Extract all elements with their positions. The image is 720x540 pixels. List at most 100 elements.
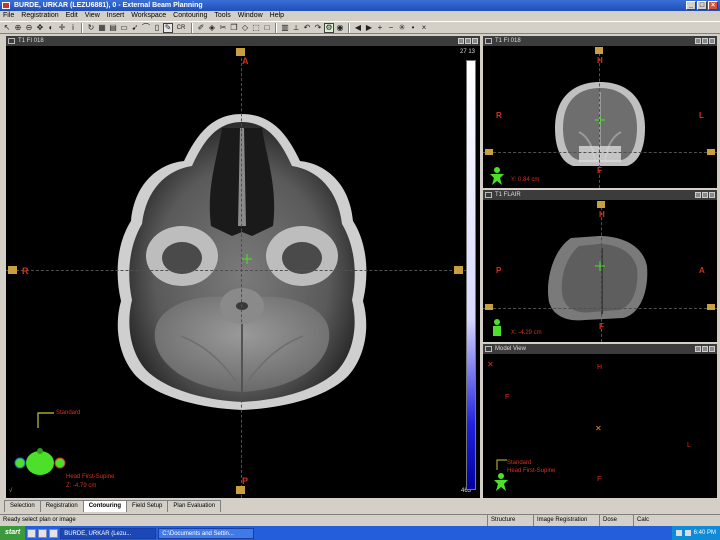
marker-left[interactable] <box>8 266 17 274</box>
orientation-label-top: H <box>599 210 605 219</box>
quicklaunch-ie-icon[interactable] <box>27 528 37 538</box>
window-level-icon[interactable]: ◐ <box>46 23 56 33</box>
orientation-label-top: A <box>242 56 249 66</box>
viewport-close-icon[interactable] <box>709 346 715 352</box>
draw-icon[interactable]: ⌒ <box>141 23 151 33</box>
axial-viewport[interactable]: T1 FI 018 A P R 27 13 463 Standard Head … <box>6 36 480 498</box>
redo-icon[interactable]: ↷ <box>313 23 323 33</box>
marker-top[interactable] <box>597 201 605 208</box>
tray-network-icon[interactable] <box>675 530 682 536</box>
grid-icon[interactable]: ▦ <box>97 23 107 33</box>
viewport-minimize-icon[interactable] <box>695 346 701 352</box>
window-level-bar[interactable] <box>466 60 476 490</box>
menu-registration[interactable]: Registration <box>21 11 58 21</box>
orientation-label-left: R <box>22 266 29 276</box>
marker-top[interactable] <box>595 47 603 54</box>
viewport-header: Model View <box>483 344 717 354</box>
tab-plan-evaluation[interactable]: Plan Evaluation <box>167 500 222 512</box>
box-icon[interactable]: □ <box>262 23 272 33</box>
measure-icon[interactable]: ⟂ <box>291 23 301 33</box>
fill-icon[interactable]: ◈ <box>207 23 217 33</box>
tab-contouring[interactable]: Contouring <box>82 500 128 512</box>
arrow-icon[interactable]: ↖ <box>2 23 12 33</box>
menu-tools[interactable]: Tools <box>214 11 230 21</box>
patient-orientation-icon <box>14 448 66 475</box>
viewport-maximize-icon[interactable] <box>702 346 708 352</box>
menu-window[interactable]: Window <box>238 11 263 21</box>
maximize-button[interactable]: □ <box>697 1 707 10</box>
coronal-viewport[interactable]: T1 FI 018 H F R L Y: 0.84 cm <box>483 36 717 188</box>
taskbar-item-folder[interactable]: C:\Documents and Settin... <box>158 527 255 539</box>
close-button[interactable]: × <box>708 1 718 10</box>
camera-icon[interactable]: ◉ <box>335 23 345 33</box>
image-icon <box>485 346 492 352</box>
quicklaunch-desktop-icon[interactable] <box>38 528 48 538</box>
pan-icon[interactable]: ✥ <box>35 23 45 33</box>
settings-icon[interactable]: ⚙ <box>324 22 334 33</box>
arrow-left-icon[interactable]: ◀ <box>353 23 363 33</box>
model-orientation-label: Head First-Supine <box>507 468 556 474</box>
marker-top[interactable] <box>236 48 245 56</box>
layout-icon[interactable]: ▤ <box>108 23 118 33</box>
cbx-label[interactable]: CR <box>174 23 188 33</box>
marker-left[interactable] <box>485 149 493 155</box>
menu-file[interactable]: File <box>3 11 14 21</box>
dot-icon[interactable]: • <box>408 23 418 33</box>
app-icon <box>2 2 10 9</box>
status-cell-registration: Image Registration <box>533 515 595 526</box>
patient-figure-icon <box>493 319 501 336</box>
marker-left[interactable] <box>485 304 493 310</box>
minus-icon[interactable]: − <box>386 23 396 33</box>
quicklaunch-explorer-icon[interactable] <box>49 528 59 538</box>
menu-insert[interactable]: Insert <box>107 11 125 21</box>
menu-contouring[interactable]: Contouring <box>173 11 207 21</box>
marker-right[interactable] <box>454 266 463 274</box>
menu-workspace[interactable]: Workspace <box>131 11 166 21</box>
status-message: Ready select plan or image <box>3 517 76 523</box>
model-label-h: H <box>597 364 603 371</box>
orientation-label-left: P <box>496 266 502 275</box>
start-button[interactable]: start <box>0 526 26 540</box>
marker-right[interactable] <box>707 304 715 310</box>
tab-field-setup[interactable]: Field Setup <box>126 500 169 512</box>
copy-icon[interactable]: ❐ <box>229 23 239 33</box>
crosshair-icon[interactable]: ✛ <box>57 23 67 33</box>
patient-figure-icon <box>494 473 508 491</box>
marker-right[interactable] <box>707 149 715 155</box>
select-icon[interactable]: ⬚ <box>251 23 261 33</box>
palette-icon[interactable]: ▥ <box>280 23 290 33</box>
menu-view[interactable]: View <box>85 11 100 21</box>
sagittal-viewport[interactable]: T1 FLAIR H F P A X: -4.29 cm <box>483 190 717 342</box>
plus-icon[interactable]: + <box>375 23 385 33</box>
model-header-title: Model View <box>495 346 526 352</box>
eraser-icon[interactable]: ▯ <box>152 23 162 33</box>
model-viewport[interactable]: Model View ✕ H F ✕ L Standard Head First… <box>483 344 717 498</box>
menu-edit[interactable]: Edit <box>66 11 78 21</box>
tray-volume-icon[interactable] <box>684 530 691 536</box>
zoom-out-icon[interactable]: ⊖ <box>24 23 34 33</box>
close-icon[interactable]: × <box>419 23 429 33</box>
ruler-icon[interactable]: ▭ <box>119 23 129 33</box>
tab-registration[interactable]: Registration <box>39 500 84 512</box>
minimize-button[interactable]: _ <box>686 1 696 10</box>
taskbar-item-eclipse[interactable]: BURDE, URKAR (Lezu... <box>60 527 157 539</box>
marker-bottom[interactable] <box>236 486 245 494</box>
title-bar[interactable]: BURDE, URKAR (LEZU6881), 0 - External Be… <box>0 0 720 11</box>
brush-icon[interactable]: ✐ <box>196 23 206 33</box>
arrow-right-icon[interactable]: ▶ <box>364 23 374 33</box>
structure-bracket-icon <box>37 412 54 428</box>
undo-icon[interactable]: ↶ <box>302 23 312 33</box>
info-icon[interactable]: i <box>68 23 78 33</box>
menu-help[interactable]: Help <box>270 11 284 21</box>
refresh-icon[interactable]: ↻ <box>86 23 96 33</box>
zoom-in-icon[interactable]: ⊕ <box>13 23 23 33</box>
pencil-icon[interactable]: ✎ <box>163 22 173 33</box>
tab-selection[interactable]: Selection <box>4 500 41 512</box>
star-icon[interactable]: ✳ <box>397 23 407 33</box>
shape-icon[interactable]: ◇ <box>240 23 250 33</box>
check-mark-icon: √ <box>9 488 13 494</box>
pointer-icon[interactable]: ➹ <box>130 23 140 33</box>
orientation-label-top: H <box>597 56 603 65</box>
status-cell-dose: Dose <box>599 515 629 526</box>
cut-icon[interactable]: ✂ <box>218 23 228 33</box>
